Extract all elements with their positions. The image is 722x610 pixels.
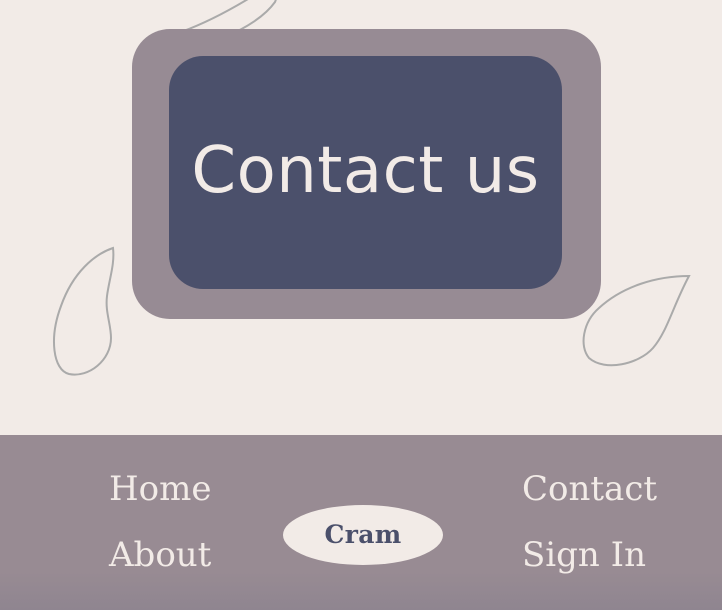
contact-us-label: Contact us: [191, 133, 540, 208]
contact-us-button[interactable]: Contact us: [169, 56, 562, 289]
nav-home-link[interactable]: Home: [109, 472, 211, 506]
brand-button[interactable]: Cram: [283, 505, 443, 565]
nav-sign-in-link[interactable]: Sign In: [522, 538, 646, 572]
hero-section: Contact us: [0, 0, 722, 435]
brand-label: Cram: [324, 519, 402, 549]
nav-about-link[interactable]: About: [109, 538, 211, 572]
nav-contact-link[interactable]: Contact: [522, 472, 657, 506]
left-leaf-outline-icon: [53, 246, 115, 376]
